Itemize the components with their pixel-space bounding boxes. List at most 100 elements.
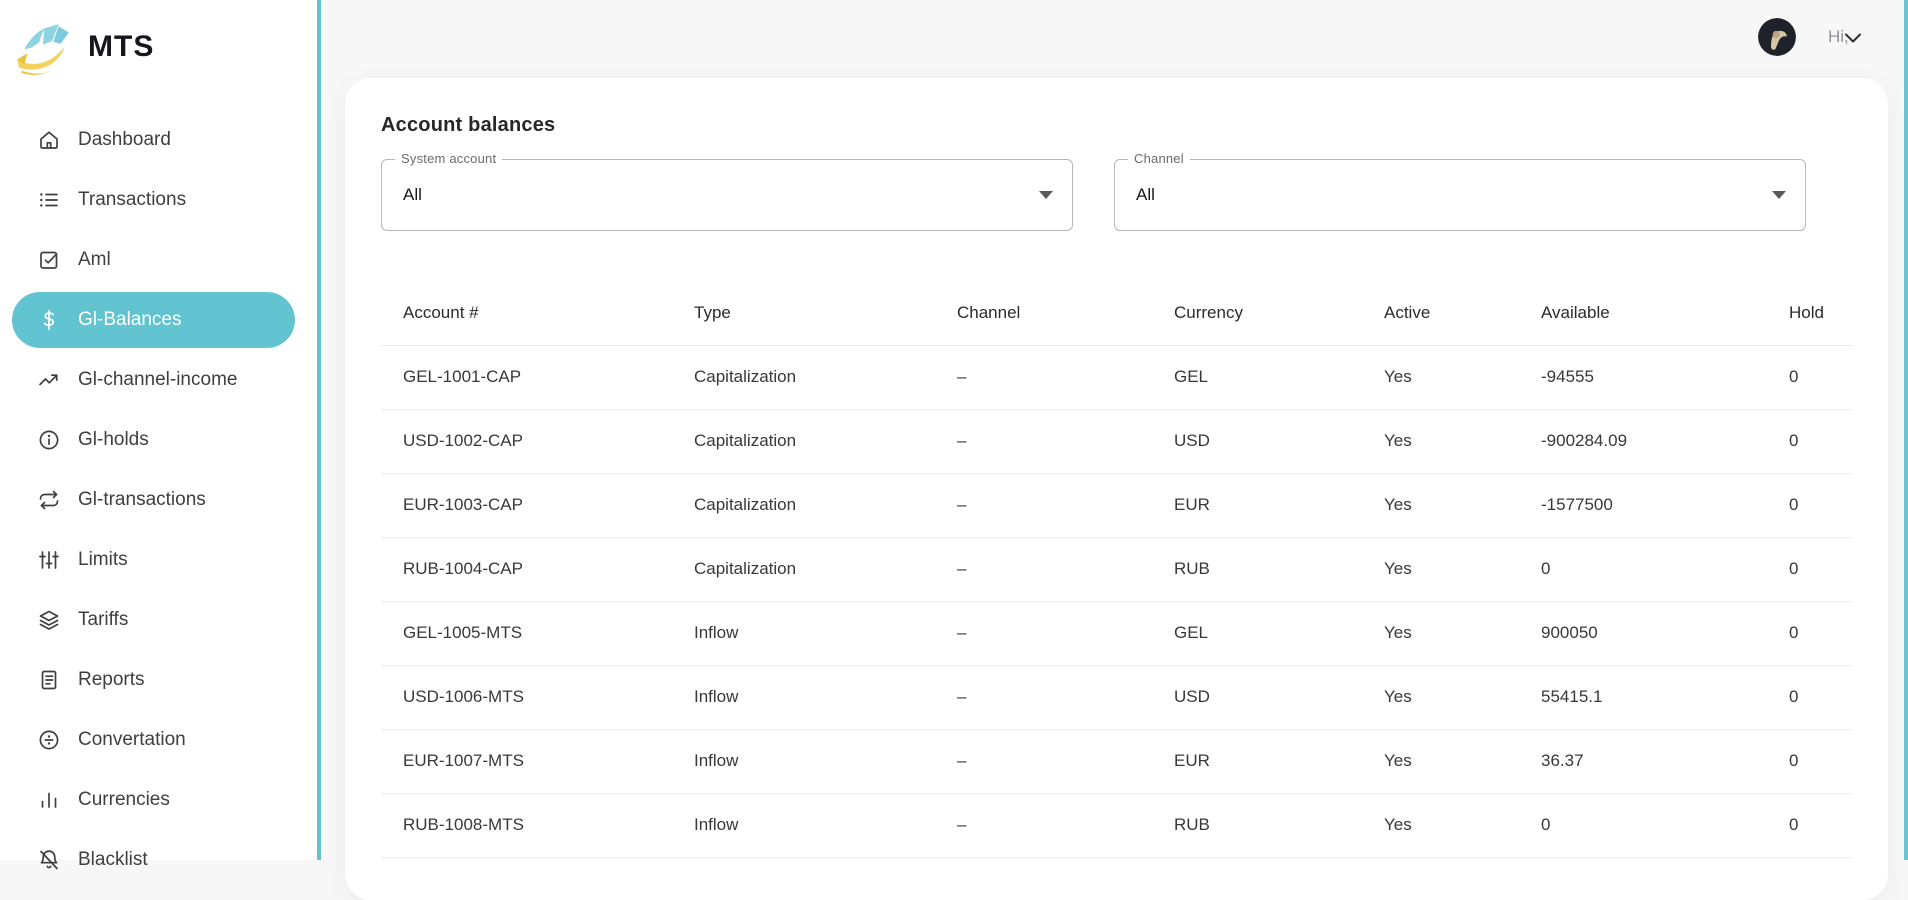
table-row: GEL-1005-MTS Inflow – GEL Yes 900050 0	[381, 601, 1852, 665]
cell-hold: 0	[1767, 473, 1852, 537]
cell-currency: EUR	[1152, 473, 1362, 537]
sidebar-item-convertation[interactable]: Convertation	[0, 710, 317, 770]
cell-available: -1577500	[1519, 473, 1767, 537]
balances-table: Account # Type Channel Currency Active A…	[381, 281, 1852, 858]
home-icon	[37, 128, 61, 152]
table-row: EUR-1003-CAP Capitalization – EUR Yes -1…	[381, 473, 1852, 537]
cell-account: RUB-1008-MTS	[381, 793, 672, 857]
table-row: USD-1002-CAP Capitalization – USD Yes -9…	[381, 409, 1852, 473]
sidebar-item-label: Limits	[78, 549, 128, 571]
select-label: System account	[395, 151, 502, 166]
cell-available: 0	[1519, 793, 1767, 857]
cell-channel: –	[935, 537, 1152, 601]
cell-type: Capitalization	[672, 345, 935, 409]
select-label: Channel	[1128, 151, 1190, 166]
sidebar-item-gl-balances[interactable]: Gl-Balances	[12, 292, 295, 348]
system-account-select[interactable]: System account All	[381, 159, 1073, 231]
cell-channel: –	[935, 665, 1152, 729]
dollar-icon	[37, 308, 61, 332]
column-header-account: Account #	[381, 281, 672, 345]
cell-available: 55415.1	[1519, 665, 1767, 729]
sidebar-item-dashboard[interactable]: Dashboard	[0, 110, 317, 170]
sliders-icon	[37, 548, 61, 572]
bar-chart-icon	[37, 788, 61, 812]
cell-hold: 0	[1767, 537, 1852, 601]
cell-type: Inflow	[672, 793, 935, 857]
channel-select[interactable]: Channel All	[1114, 159, 1806, 231]
sidebar-nav: Dashboard Transactions Aml Gl-Balances G…	[0, 80, 317, 890]
table-row: GEL-1001-CAP Capitalization – GEL Yes -9…	[381, 345, 1852, 409]
logo: MTS	[0, 0, 317, 80]
repeat-icon	[37, 488, 61, 512]
cell-currency: GEL	[1152, 601, 1362, 665]
sidebar-item-gl-holds[interactable]: Gl-holds	[0, 410, 317, 470]
column-header-channel: Channel	[935, 281, 1152, 345]
checkbox-icon	[37, 248, 61, 272]
sidebar-item-blacklist[interactable]: Blacklist	[0, 830, 317, 890]
cell-currency: GEL	[1152, 345, 1362, 409]
cell-available: 0	[1519, 537, 1767, 601]
cell-account: GEL-1005-MTS	[381, 601, 672, 665]
list-icon	[37, 188, 61, 212]
sidebar-item-label: Gl-holds	[78, 429, 149, 451]
logo-text: MTS	[88, 30, 154, 64]
cell-hold: 0	[1767, 793, 1852, 857]
trending-up-icon	[37, 368, 61, 392]
chevron-down-icon[interactable]	[1844, 31, 1862, 43]
sidebar-item-currencies[interactable]: Currencies	[0, 770, 317, 830]
sidebar-item-tariffs[interactable]: Tariffs	[0, 590, 317, 650]
cell-hold: 0	[1767, 729, 1852, 793]
cell-active: Yes	[1362, 601, 1519, 665]
sidebar-item-label: Transactions	[78, 189, 186, 211]
sidebar-item-label: Blacklist	[78, 849, 148, 871]
table-header-row: Account # Type Channel Currency Active A…	[381, 281, 1852, 345]
sidebar-item-label: Gl-channel-income	[78, 369, 237, 391]
cell-type: Capitalization	[672, 537, 935, 601]
cell-available: 36.37	[1519, 729, 1767, 793]
cell-type: Inflow	[672, 665, 935, 729]
sidebar-item-label: Convertation	[78, 729, 186, 751]
document-icon	[37, 668, 61, 692]
cell-account: EUR-1003-CAP	[381, 473, 672, 537]
info-icon	[37, 428, 61, 452]
sidebar-item-label: Aml	[78, 249, 111, 271]
cell-currency: RUB	[1152, 793, 1362, 857]
cell-active: Yes	[1362, 537, 1519, 601]
table-row: RUB-1004-CAP Capitalization – RUB Yes 0 …	[381, 537, 1852, 601]
sidebar-item-limits[interactable]: Limits	[0, 530, 317, 590]
sidebar-item-label: Gl-transactions	[78, 489, 206, 511]
column-header-type: Type	[672, 281, 935, 345]
cell-channel: –	[935, 729, 1152, 793]
sidebar-item-gl-transactions[interactable]: Gl-transactions	[0, 470, 317, 530]
cell-active: Yes	[1362, 345, 1519, 409]
vertical-scrollbar[interactable]	[1904, 0, 1908, 860]
sidebar-item-gl-channel-income[interactable]: Gl-channel-income	[0, 350, 317, 410]
sidebar-item-label: Currencies	[78, 789, 170, 811]
layers-icon	[37, 608, 61, 632]
cell-active: Yes	[1362, 665, 1519, 729]
cell-channel: –	[935, 601, 1152, 665]
cell-hold: 0	[1767, 345, 1852, 409]
mts-logo-icon	[12, 17, 72, 77]
column-header-hold: Hold	[1767, 281, 1852, 345]
dropdown-arrow-icon	[1772, 191, 1786, 199]
dropdown-arrow-icon	[1039, 191, 1053, 199]
sidebar-item-transactions[interactable]: Transactions	[0, 170, 317, 230]
sidebar-item-reports[interactable]: Reports	[0, 650, 317, 710]
table-row: RUB-1008-MTS Inflow – RUB Yes 0 0	[381, 793, 1852, 857]
cell-account: USD-1002-CAP	[381, 409, 672, 473]
page-title: Account balances	[381, 114, 1852, 137]
divide-circle-icon	[37, 728, 61, 752]
sidebar-item-label: Gl-Balances	[78, 309, 182, 331]
sidebar: MTS Dashboard Transactions Aml Gl-Balanc…	[0, 0, 321, 860]
table-row: USD-1006-MTS Inflow – USD Yes 55415.1 0	[381, 665, 1852, 729]
cell-account: GEL-1001-CAP	[381, 345, 672, 409]
column-header-available: Available	[1519, 281, 1767, 345]
cell-hold: 0	[1767, 665, 1852, 729]
cell-active: Yes	[1362, 473, 1519, 537]
cell-available: -94555	[1519, 345, 1767, 409]
cell-account: EUR-1007-MTS	[381, 729, 672, 793]
cell-type: Inflow	[672, 601, 935, 665]
avatar[interactable]	[1758, 18, 1796, 56]
sidebar-item-aml[interactable]: Aml	[0, 230, 317, 290]
